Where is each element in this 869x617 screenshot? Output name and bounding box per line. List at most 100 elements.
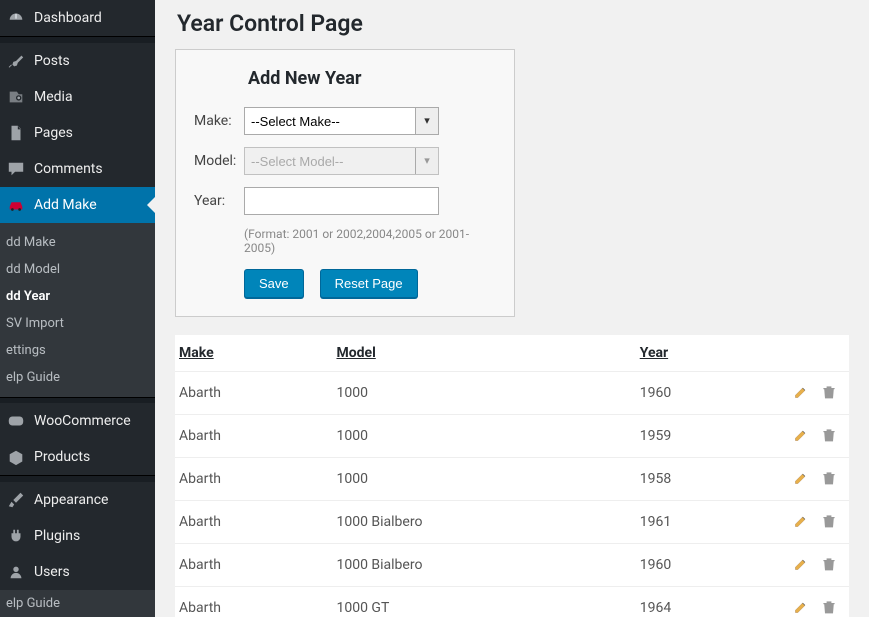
col-model[interactable]: Model <box>326 335 629 372</box>
delete-icon[interactable] <box>819 468 839 488</box>
cell-year: 1959 <box>630 415 769 458</box>
cell-year: 1960 <box>630 372 769 415</box>
form-row-model: Model: --Select Model-- <box>194 147 496 175</box>
edit-icon[interactable] <box>791 468 811 488</box>
sidebar-divider <box>0 397 155 404</box>
page-icon <box>6 123 26 143</box>
table-row: Abarth10001958 <box>175 458 849 501</box>
form-row-year: Year: <box>194 187 496 215</box>
submenu-help-guide[interactable]: elp Guide <box>0 364 155 391</box>
col-year[interactable]: Year <box>630 335 769 372</box>
pin-icon <box>6 51 26 71</box>
sidebar-submenu: dd Make dd Model dd Year SV Import ettin… <box>0 223 155 397</box>
edit-icon[interactable] <box>791 382 811 402</box>
make-label: Make: <box>194 113 244 129</box>
sidebar-item-label: Products <box>34 449 90 465</box>
model-label: Model: <box>194 153 244 169</box>
form-row-make: Make: --Select Make-- <box>194 107 496 135</box>
model-select[interactable]: --Select Model-- <box>244 147 439 175</box>
sidebar-item-media[interactable]: Media <box>0 79 155 115</box>
sidebar-item-label: Appearance <box>34 492 108 508</box>
edit-icon[interactable] <box>791 554 811 574</box>
col-make[interactable]: Make <box>175 335 326 372</box>
reset-button[interactable]: Reset Page <box>320 269 418 298</box>
submenu-add-make[interactable]: dd Make <box>0 229 155 256</box>
sidebar-item-plugins[interactable]: Plugins <box>0 518 155 554</box>
dashboard-icon <box>6 8 26 28</box>
sidebar-item-add-make[interactable]: Add Make <box>0 187 155 223</box>
cell-year: 1961 <box>630 501 769 544</box>
sidebar-item-dashboard[interactable]: Dashboard <box>0 0 155 36</box>
cell-year: 1964 <box>630 587 769 617</box>
cell-model: 1000 Bialbero <box>326 544 629 587</box>
cell-make: Abarth <box>175 544 326 587</box>
sidebar-item-label: Posts <box>34 53 70 69</box>
sidebar-item-products[interactable]: Products <box>0 439 155 475</box>
sidebar-item-label: Dashboard <box>34 10 102 26</box>
brush-icon <box>6 490 26 510</box>
submenu-csv-import[interactable]: SV Import <box>0 310 155 337</box>
cell-year: 1958 <box>630 458 769 501</box>
delete-icon[interactable] <box>819 382 839 402</box>
cell-model: 1000 <box>326 458 629 501</box>
sidebar-item-label: Pages <box>34 125 73 141</box>
table-row: Abarth10001959 <box>175 415 849 458</box>
sidebar-item-appearance[interactable]: Appearance <box>0 482 155 518</box>
table-row: Abarth1000 Bialbero1961 <box>175 501 849 544</box>
delete-icon[interactable] <box>819 511 839 531</box>
save-button[interactable]: Save <box>244 269 304 298</box>
sidebar-help-guide-bottom[interactable]: elp Guide <box>0 590 155 617</box>
sidebar-item-pages[interactable]: Pages <box>0 115 155 151</box>
cell-make: Abarth <box>175 415 326 458</box>
cell-make: Abarth <box>175 501 326 544</box>
form-buttons: Save Reset Page <box>244 269 496 298</box>
cell-model: 1000 GT <box>326 587 629 617</box>
cell-make: Abarth <box>175 372 326 415</box>
table-row: Abarth1000 Bialbero1960 <box>175 544 849 587</box>
sidebar-item-users[interactable]: Users <box>0 554 155 590</box>
sidebar-item-comments[interactable]: Comments <box>0 151 155 187</box>
sidebar-item-label: Plugins <box>34 528 80 544</box>
sidebar-divider <box>0 36 155 43</box>
cell-year: 1960 <box>630 544 769 587</box>
users-icon <box>6 562 26 582</box>
page-title: Year Control Page <box>175 10 849 37</box>
plug-icon <box>6 526 26 546</box>
table-row: Abarth10001960 <box>175 372 849 415</box>
edit-icon[interactable] <box>791 511 811 531</box>
sidebar-item-label: Media <box>34 89 73 105</box>
products-icon <box>6 447 26 467</box>
edit-icon[interactable] <box>791 597 811 617</box>
submenu-add-model[interactable]: dd Model <box>0 256 155 283</box>
cell-model: 1000 <box>326 372 629 415</box>
sidebar-item-label: Users <box>34 564 70 580</box>
year-input[interactable] <box>244 187 439 215</box>
cell-model: 1000 <box>326 415 629 458</box>
woocommerce-icon <box>6 411 26 431</box>
sidebar-item-posts[interactable]: Posts <box>0 43 155 79</box>
sidebar-item-woocommerce[interactable]: WooCommerce <box>0 403 155 439</box>
form-title: Add New Year <box>248 68 496 89</box>
admin-sidebar: Dashboard Posts Media Pages Comments Add… <box>0 0 155 617</box>
submenu-settings[interactable]: ettings <box>0 337 155 364</box>
make-select[interactable]: --Select Make-- <box>244 107 439 135</box>
add-year-form: Add New Year Make: --Select Make-- Model… <box>175 49 515 317</box>
delete-icon[interactable] <box>819 597 839 617</box>
sidebar-divider <box>0 475 155 482</box>
car-icon <box>6 195 26 215</box>
year-label: Year: <box>194 193 244 209</box>
comment-icon <box>6 159 26 179</box>
edit-icon[interactable] <box>791 425 811 445</box>
cell-make: Abarth <box>175 587 326 617</box>
sidebar-item-label: WooCommerce <box>34 413 131 429</box>
delete-icon[interactable] <box>819 554 839 574</box>
delete-icon[interactable] <box>819 425 839 445</box>
year-format-hint: (Format: 2001 or 2002,2004,2005 or 2001-… <box>244 227 496 255</box>
media-icon <box>6 87 26 107</box>
sidebar-item-label: Add Make <box>34 197 97 213</box>
submenu-add-year[interactable]: dd Year <box>0 283 155 310</box>
table-row: Abarth1000 GT1964 <box>175 587 849 617</box>
years-table: Make Model Year Abarth10001960Abarth1000… <box>175 335 849 617</box>
main-content: Year Control Page Add New Year Make: --S… <box>155 0 869 617</box>
cell-model: 1000 Bialbero <box>326 501 629 544</box>
